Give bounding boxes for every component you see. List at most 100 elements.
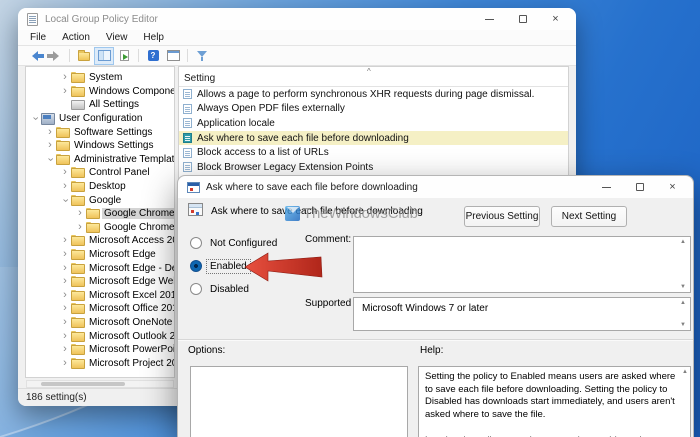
settings-rows: Allows a page to perform synchronous XHR… bbox=[179, 87, 568, 175]
chevron-icon[interactable] bbox=[59, 344, 71, 355]
tree-horizontal-scrollbar[interactable] bbox=[26, 380, 174, 388]
menu-item[interactable]: Help bbox=[135, 31, 172, 44]
chevron-icon[interactable] bbox=[59, 249, 71, 260]
setting-row[interactable]: Ask where to save each file before downl… bbox=[179, 130, 568, 146]
chevron-icon[interactable] bbox=[74, 222, 86, 233]
setting-row[interactable]: Allows a page to perform synchronous XHR… bbox=[179, 87, 568, 102]
properties-window-icon[interactable] bbox=[164, 48, 182, 64]
tree-item[interactable]: Microsoft Access 20 bbox=[26, 234, 174, 248]
setting-doc-icon bbox=[183, 147, 192, 158]
sort-ascending-icon: ^ bbox=[367, 67, 371, 76]
menu-item[interactable]: Action bbox=[54, 31, 98, 44]
chevron-icon[interactable] bbox=[59, 167, 71, 178]
setting-row[interactable]: Always Open PDF files externally bbox=[179, 102, 568, 117]
chevron-icon[interactable] bbox=[44, 127, 56, 138]
filter-icon[interactable] bbox=[193, 48, 211, 64]
close-button[interactable]: × bbox=[539, 8, 572, 30]
tree-item[interactable]: Windows Settings bbox=[26, 139, 174, 153]
options-label: Options: bbox=[188, 345, 226, 356]
chevron-icon[interactable] bbox=[59, 290, 71, 301]
minimize-button[interactable] bbox=[473, 8, 506, 30]
console-tree: System Windows Componen All Settings bbox=[25, 66, 175, 378]
show-console-tree-icon[interactable] bbox=[94, 46, 114, 65]
chevron-icon[interactable] bbox=[60, 194, 71, 206]
chevron-icon[interactable] bbox=[59, 358, 71, 369]
radio-icon[interactable] bbox=[190, 237, 202, 249]
tree-item[interactable]: Administrative Template bbox=[26, 153, 174, 167]
chevron-icon[interactable] bbox=[74, 208, 86, 219]
tree-item[interactable]: Software Settings bbox=[26, 125, 174, 139]
export-list-icon[interactable] bbox=[115, 48, 133, 64]
tree-item[interactable]: Microsoft Office 201 bbox=[26, 302, 174, 316]
radio-label: Disabled bbox=[210, 283, 249, 295]
chevron-icon[interactable] bbox=[30, 113, 41, 125]
comment-scroll-down-icon[interactable]: ▼ bbox=[680, 284, 686, 290]
menu-item[interactable]: File bbox=[22, 31, 54, 44]
chevron-icon[interactable] bbox=[59, 86, 71, 97]
tree-item[interactable]: Google Chrome bbox=[26, 221, 174, 235]
back-arrow-icon[interactable] bbox=[26, 48, 44, 64]
tree-item[interactable]: Google bbox=[26, 193, 174, 207]
dialog-window-controls: × bbox=[590, 176, 689, 198]
radio-option[interactable]: Not Configured bbox=[190, 236, 280, 250]
chevron-icon[interactable] bbox=[59, 331, 71, 342]
setting-row[interactable]: Block Browser Legacy Extension Points bbox=[179, 160, 568, 175]
chevron-icon[interactable] bbox=[59, 72, 71, 83]
tree-item[interactable]: User Configuration bbox=[26, 112, 174, 126]
gpedit-app-icon bbox=[27, 12, 38, 26]
menu-item[interactable]: View bbox=[98, 31, 136, 44]
chevron-icon[interactable] bbox=[44, 140, 56, 151]
tree-item[interactable]: Microsoft OneNote bbox=[26, 316, 174, 330]
dialog-close-button[interactable]: × bbox=[656, 176, 689, 198]
chevron-icon[interactable] bbox=[59, 317, 71, 328]
tree-item-label: System bbox=[89, 72, 123, 84]
supported-scroll-down-icon[interactable]: ▼ bbox=[680, 322, 686, 328]
tree-item-label: Google bbox=[89, 194, 122, 206]
tree-item[interactable]: Microsoft Edge - De bbox=[26, 261, 174, 275]
tree-item[interactable]: Microsoft PowerPoi bbox=[26, 343, 174, 357]
tree-item[interactable]: System bbox=[26, 71, 174, 85]
comment-input[interactable] bbox=[353, 236, 691, 293]
tree-item[interactable]: Microsoft Edge bbox=[26, 248, 174, 262]
setting-row[interactable]: Block access to a list of URLs bbox=[179, 145, 568, 160]
dialog-minimize-button[interactable] bbox=[590, 176, 623, 198]
chevron-icon[interactable] bbox=[59, 303, 71, 314]
next-setting-button[interactable]: Next Setting bbox=[551, 206, 627, 227]
tree-item[interactable]: Microsoft Excel 2016 bbox=[26, 289, 174, 303]
comment-scroll-up-icon[interactable]: ▲ bbox=[680, 239, 686, 245]
setting-row-label: Allows a page to perform synchronous XHR… bbox=[197, 88, 535, 100]
previous-setting-button[interactable]: Previous Setting bbox=[464, 206, 540, 227]
setting-row-label: Always Open PDF files externally bbox=[197, 103, 345, 115]
tree-item[interactable]: Desktop bbox=[26, 180, 174, 194]
chevron-icon[interactable] bbox=[59, 235, 71, 246]
chevron-icon[interactable] bbox=[59, 276, 71, 287]
radio-icon[interactable] bbox=[190, 260, 202, 272]
desktop: Local Group Policy Editor × File Action Vi… bbox=[0, 0, 700, 437]
tree-node-icon bbox=[71, 249, 85, 261]
tree-item[interactable]: Windows Componen bbox=[26, 85, 174, 99]
tree-item[interactable]: Microsoft Project 20 bbox=[26, 356, 174, 370]
help-icon[interactable]: ? bbox=[144, 48, 162, 64]
setting-row[interactable]: Application locale bbox=[179, 116, 568, 131]
tree-item[interactable]: Microsoft Outlook 2 bbox=[26, 329, 174, 343]
radio-icon[interactable] bbox=[190, 283, 202, 295]
help-label: Help: bbox=[420, 345, 444, 356]
chevron-icon[interactable] bbox=[59, 181, 71, 192]
options-panel bbox=[190, 366, 408, 437]
dialog-maximize-button[interactable] bbox=[623, 176, 656, 198]
chevron-icon[interactable] bbox=[45, 153, 56, 165]
settings-column-header[interactable]: Setting ^ bbox=[179, 67, 568, 87]
tree-item[interactable]: Control Panel bbox=[26, 166, 174, 180]
supported-scroll-up-icon[interactable]: ▲ bbox=[680, 300, 686, 306]
maximize-button[interactable] bbox=[506, 8, 539, 30]
radio-option[interactable]: Disabled bbox=[190, 282, 280, 296]
tree-item[interactable]: All Settings bbox=[26, 98, 174, 112]
up-folder-icon[interactable] bbox=[75, 48, 93, 64]
help-scroll-up-icon[interactable]: ▲ bbox=[682, 369, 688, 375]
chevron-icon[interactable] bbox=[59, 263, 71, 274]
forward-arrow-icon[interactable] bbox=[46, 48, 64, 64]
tree-item[interactable]: Microsoft Edge Web bbox=[26, 275, 174, 289]
tree-item[interactable]: Google Chrome bbox=[26, 207, 174, 221]
tree-item-label: Windows Componen bbox=[89, 85, 175, 97]
scrollbar-thumb[interactable] bbox=[41, 382, 125, 386]
